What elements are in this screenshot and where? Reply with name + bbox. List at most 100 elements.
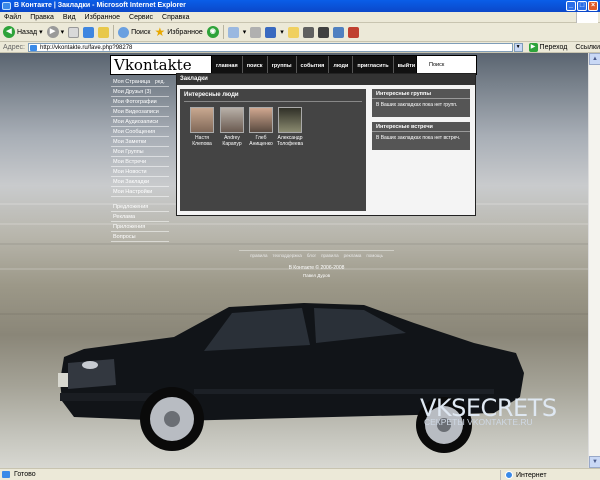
ie-app-icon <box>2 2 11 10</box>
footer-link[interactable]: техподдержка <box>273 253 302 258</box>
avatar[interactable] <box>190 107 214 133</box>
left-menu-label: Моя Страница <box>113 79 151 85</box>
menu-file[interactable]: Файл <box>4 14 21 21</box>
footer-link[interactable]: правила <box>250 253 267 258</box>
minimize-button[interactable]: _ <box>566 1 576 11</box>
favorite-groups-box: Интересные группы В Ваших закладках пока… <box>372 89 470 117</box>
tool-icon-4[interactable] <box>347 26 359 38</box>
tool-icon-3[interactable] <box>332 26 344 38</box>
left-menu-photos[interactable]: Мои Фотографии <box>111 97 169 107</box>
favorite-people-title: Интересные люди <box>184 92 239 98</box>
address-url: http://vkontakte.ru/fave.php?98278 <box>39 44 133 51</box>
left-menu-settings[interactable]: Мои Настройки <box>111 187 169 197</box>
left-menu-offers[interactable]: Предложения <box>111 202 169 212</box>
left-menu: Моя Страница ред. Мои Друзья (3) Мои Фот… <box>111 77 169 242</box>
menu-help[interactable]: Справка <box>162 14 189 21</box>
back-label: Назад <box>17 28 38 36</box>
page-viewport: Vkontakte главная поиск группы события л… <box>0 53 588 468</box>
left-menu-events[interactable]: Мои Встречи <box>111 157 169 167</box>
left-menu-messages[interactable]: Мои Сообщения <box>111 127 169 137</box>
friend-card[interactable]: Александр Толофеева <box>276 107 304 147</box>
menu-view[interactable]: Вид <box>63 14 76 21</box>
address-label: Адрес: <box>3 43 25 51</box>
word-icon[interactable] <box>265 26 277 38</box>
tool-icon-1[interactable] <box>302 26 314 38</box>
friend-last-name: Карапур <box>222 141 242 147</box>
site-search-input[interactable]: Поиск <box>416 55 477 75</box>
chevron-down-icon[interactable]: ▾ <box>61 28 65 36</box>
links-button[interactable]: Ссылки <box>575 44 600 51</box>
refresh-icon[interactable] <box>83 26 95 38</box>
chevron-down-icon[interactable]: ▾ <box>243 28 247 36</box>
window-title-bar[interactable]: В Контакте | Закладки - Microsoft Intern… <box>0 0 600 12</box>
favorite-groups-title: Интересные группы <box>372 89 470 99</box>
forward-button[interactable]: ▶ ▾ <box>46 26 65 38</box>
stop-icon[interactable] <box>68 26 80 38</box>
footer-link[interactable]: правила <box>321 253 338 258</box>
left-menu-apps[interactable]: Приложения <box>111 222 169 232</box>
page-status-icon <box>2 471 10 478</box>
left-menu-bookmarks[interactable]: Мои Закладки <box>111 177 169 187</box>
footer-link[interactable]: реклама <box>344 253 362 258</box>
vertical-scrollbar[interactable]: ▲ ▼ <box>588 53 600 468</box>
left-menu-ads[interactable]: Реклама <box>111 212 169 222</box>
friend-last-name: Толофеева <box>276 141 304 147</box>
scroll-down-arrow-icon[interactable]: ▼ <box>589 456 600 468</box>
footer-developer[interactable]: Павел Дуров <box>239 273 394 278</box>
toolbar-separator <box>222 25 224 39</box>
bookmarks-panel: Закладки Интересные люди Настя Клепова A… <box>176 73 476 216</box>
chevron-down-icon[interactable]: ▾ <box>280 28 284 36</box>
edit-link[interactable]: ред. <box>155 77 165 87</box>
go-button[interactable]: ▶ Переход <box>528 42 567 52</box>
chevron-down-icon[interactable]: ▾ <box>39 28 43 36</box>
avatar[interactable] <box>278 107 302 133</box>
address-dropdown-button[interactable]: ▼ <box>513 42 523 52</box>
background-streak <box>0 223 588 225</box>
left-menu-notes[interactable]: Мои Заметки <box>111 137 169 147</box>
avatar[interactable] <box>220 107 244 133</box>
tool-icon-2[interactable] <box>317 26 329 38</box>
favorite-events-title: Интересные встречи <box>372 122 470 132</box>
search-icon <box>118 26 130 38</box>
folder-icon[interactable] <box>287 26 299 38</box>
friend-card[interactable]: Глеб Анищенко <box>247 107 275 147</box>
site-logo[interactable]: Vkontakte <box>110 55 212 75</box>
search-label: Поиск <box>429 62 445 68</box>
windows-logo-icon <box>576 12 598 23</box>
footer-links: правила техподдержка блог правила реклам… <box>239 253 394 258</box>
address-input[interactable]: http://vkontakte.ru/fave.php?98278 <box>27 42 513 52</box>
left-menu-my-page[interactable]: Моя Страница ред. <box>111 77 169 87</box>
favorite-groups-empty: В Ваших закладках пока нет групп. <box>376 102 458 108</box>
status-bar: Готово Интернет <box>0 468 600 480</box>
friend-card[interactable]: Настя Клепова <box>188 107 216 147</box>
friend-card[interactable]: Andrey Карапур <box>218 107 246 147</box>
toolbar-separator <box>113 25 115 39</box>
favorite-events-empty: В Ваших закладках пока нет встреч. <box>376 135 461 141</box>
go-arrow-icon: ▶ <box>528 42 538 52</box>
mail-icon[interactable] <box>227 26 239 38</box>
search-label: Поиск <box>131 28 151 36</box>
avatar[interactable] <box>249 107 273 133</box>
home-icon[interactable] <box>98 26 110 38</box>
print-icon[interactable] <box>250 26 262 38</box>
left-menu-questions[interactable]: Вопросы <box>111 232 169 242</box>
left-menu-videos[interactable]: Мои Видеозаписи <box>111 107 169 117</box>
back-button[interactable]: ◀ Назад ▾ <box>3 26 43 38</box>
left-menu-friends[interactable]: Мои Друзья (3) <box>111 87 169 97</box>
left-menu-audio[interactable]: Мои Аудиозаписи <box>111 117 169 127</box>
close-button[interactable]: × <box>588 1 598 11</box>
maximize-button[interactable]: □ <box>577 1 587 11</box>
panel-title: Закладки <box>177 74 475 85</box>
footer-link[interactable]: блог <box>307 253 316 258</box>
menu-tools[interactable]: Сервис <box>129 14 153 21</box>
watermark-subtitle: СЕКРЕТЫ VKONTAKTE.RU <box>424 417 533 427</box>
media-icon[interactable]: ◉ <box>206 26 219 38</box>
left-menu-groups[interactable]: Мои Группы <box>111 147 169 157</box>
favorites-button[interactable]: ★ Избранное <box>155 26 203 38</box>
scroll-up-arrow-icon[interactable]: ▲ <box>589 53 600 65</box>
footer-link[interactable]: помощь <box>366 253 383 258</box>
menu-favorites[interactable]: Избранное <box>85 14 120 21</box>
left-menu-news[interactable]: Мои Новости <box>111 167 169 177</box>
menu-edit[interactable]: Правка <box>30 14 54 21</box>
search-button[interactable]: Поиск <box>118 26 151 38</box>
